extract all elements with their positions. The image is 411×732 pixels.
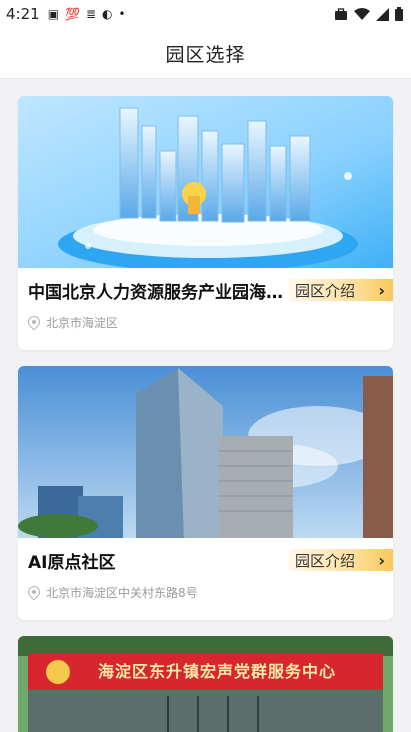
- notification-a-icon: ▣: [47, 7, 60, 21]
- location-pin-icon: [25, 313, 43, 331]
- signal-icon: [376, 7, 389, 21]
- chevron-right-icon: ›: [378, 280, 385, 300]
- wifi-icon: [354, 7, 370, 20]
- status-time: 4:21: [6, 5, 40, 23]
- park-intro-label: 园区介绍: [295, 281, 356, 300]
- park-card[interactable]: 海淀区东升镇宏声党群服务中心: [18, 636, 393, 732]
- park-address: 北京市海淀区: [18, 312, 393, 332]
- chevron-right-icon: ›: [378, 550, 385, 570]
- battery-icon: [395, 7, 403, 21]
- park-card[interactable]: 中国北京人力资源服务产业园海... 园区介绍 › 北京市海淀区: [18, 96, 393, 350]
- status-bar: 4:21 ▣ 💯 ≣ ◐ •: [0, 0, 411, 28]
- park-address: 北京市海淀区中关村东路8号: [18, 582, 393, 602]
- park-image-3[interactable]: 海淀区东升镇宏声党群服务中心: [18, 636, 393, 732]
- park-intro-button[interactable]: 园区介绍 ›: [289, 549, 393, 571]
- briefcase-icon: [335, 7, 347, 20]
- park-list[interactable]: 中国北京人力资源服务产业园海... 园区介绍 › 北京市海淀区 AI原点社区 园…: [0, 78, 411, 732]
- notification-stack-icon: ≣: [85, 7, 97, 21]
- notification-100-icon: 💯: [65, 7, 80, 21]
- location-pin-icon: [25, 583, 43, 601]
- park-address-text: 北京市海淀区中关村东路8号: [46, 585, 198, 600]
- park-intro-label: 园区介绍: [295, 551, 356, 570]
- park-intro-button[interactable]: 园区介绍 ›: [289, 279, 393, 301]
- park-image-2[interactable]: [18, 366, 393, 538]
- page-header: 园区选择: [0, 28, 411, 79]
- park-name: AI原点社区: [28, 552, 116, 573]
- park-card[interactable]: AI原点社区 园区介绍 › 北京市海淀区中关村东路8号: [18, 366, 393, 620]
- page-title: 园区选择: [165, 43, 246, 66]
- dot-icon: •: [118, 7, 126, 21]
- banner-text: 海淀区东升镇宏声党群服务中心: [98, 662, 337, 681]
- park-address-text: 北京市海淀区: [46, 315, 119, 330]
- notification-alert-icon: ◐: [102, 7, 113, 21]
- park-name: 中国北京人力资源服务产业园海...: [28, 282, 283, 303]
- park-image-1[interactable]: [18, 96, 393, 268]
